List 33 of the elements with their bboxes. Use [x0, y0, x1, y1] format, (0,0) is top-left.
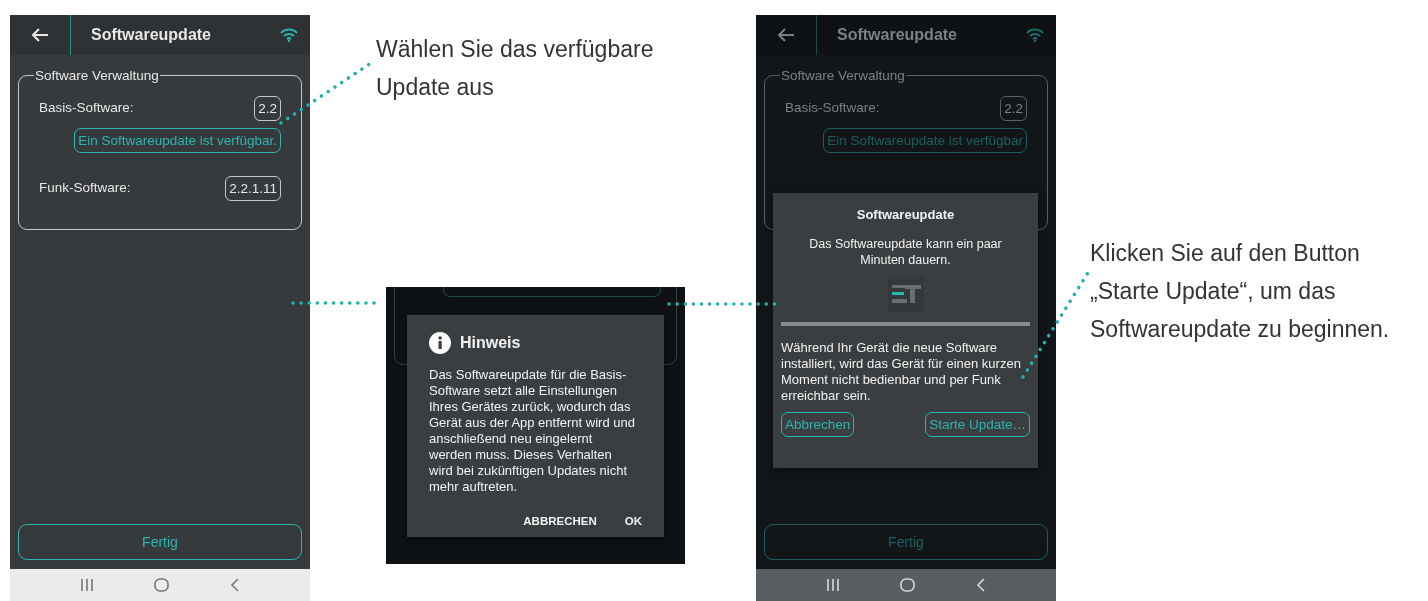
version-value: 2.2.1.11 [225, 176, 281, 201]
dialog-message: Das Softwareupdate kann ein paar Minuten dauern. [808, 235, 1003, 268]
recent-apps-icon[interactable] [826, 578, 841, 592]
start-update-button[interactable]: Starte Update… [925, 411, 1030, 437]
info-icon [429, 332, 451, 354]
recent-apps-icon[interactable] [80, 578, 95, 592]
ok-button[interactable]: OK [624, 513, 642, 531]
dialog-title: Hinweis [460, 333, 521, 353]
done-button[interactable]: Fertig [18, 524, 302, 560]
wifi-icon [1026, 28, 1044, 42]
done-button[interactable]: Fertig [764, 524, 1048, 560]
screen-title: Softwareupdate [91, 25, 212, 45]
version-value: 2.2 [1000, 96, 1027, 121]
screen-title: Softwareupdate [837, 25, 958, 45]
logo-icon [887, 275, 924, 312]
update-available-button[interactable]: Ein Softwareupdate ist verfügbar. [74, 128, 281, 153]
dialog-title: Softwareupdate [855, 206, 956, 224]
wifi-icon [280, 28, 298, 42]
home-icon[interactable] [154, 578, 170, 592]
field-label: Basis-Software: [39, 99, 134, 118]
field-label: Funk-Software: [39, 179, 131, 198]
callout-text: Wählen Sie das verfügbare Update aus [376, 35, 655, 102]
dialog-note: Während Ihr Gerät die neue Software installiert, wird das Gerät für einen kurzen Moment nicht bedienbar und per Funk erreichbar sein. [781, 339, 1022, 404]
callout-text: Klicken Sie auf den Button „Starte Update“, um das Softwareupdate zu beginnen. [1090, 239, 1391, 344]
back-arrow-icon [31, 28, 49, 42]
field-label: Basis-Software: [785, 99, 880, 118]
dialog-message: Das Softwareupdate für die Basis-Software setzt alle Einstellungen Ihres Gerätes zurück, wodurch das Gerät aus der App entfernt wird und anschließend neu eingelernt werden muss. Dieses Verhalten wird bei zukünftigen Updates nicht mehr auftreten. [429, 367, 636, 495]
cancel-button[interactable]: ABBRECHEN [523, 513, 597, 531]
back-arrow-icon [777, 28, 795, 42]
back-icon[interactable] [229, 578, 240, 592]
update-available-button[interactable]: Ein Softwareupdate ist verfügbar [823, 128, 1027, 153]
cancel-button[interactable]: Abbrechen [781, 411, 855, 437]
version-value: 2.2 [254, 96, 281, 121]
